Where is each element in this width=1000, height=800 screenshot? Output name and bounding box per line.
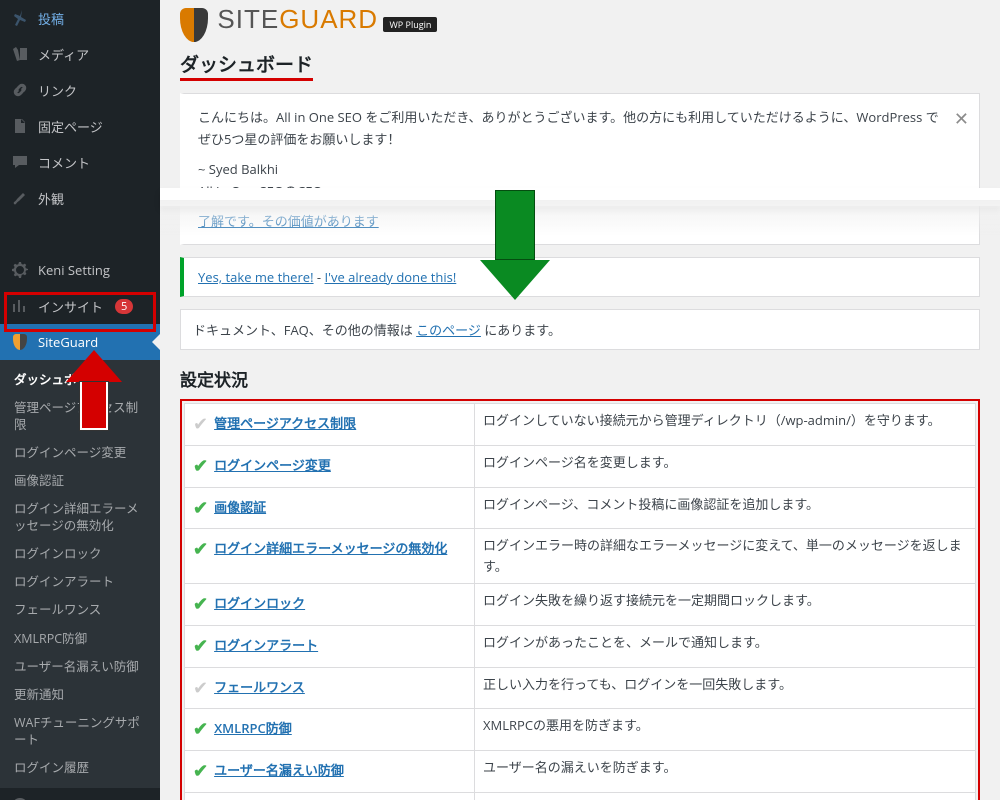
settings-table-highlight: ✔ 管理ページアクセス制限 ログインしていない接続元から管理ディレクトリ（/wp-a…	[180, 399, 980, 800]
done-link[interactable]: I've already done this!	[324, 268, 456, 286]
check-icon: ✔	[193, 674, 208, 703]
setting-desc: ログイン失敗を繰り返す接続元を一定期間ロックします。	[475, 584, 976, 626]
setting-link[interactable]: ログインアラート	[214, 636, 318, 654]
setting-link[interactable]: ログイン詳細エラーメッセージの無効化	[214, 539, 447, 557]
brush-icon	[10, 188, 30, 208]
submenu-item[interactable]: ログイン履歴	[0, 754, 160, 782]
notice-text: こんにちは。All in One SEO をご利用いただき、ありがとうございます…	[198, 106, 941, 150]
setting-link[interactable]: 管理ページアクセス制限	[214, 414, 356, 432]
annotation-red-arrow	[66, 350, 122, 430]
setting-link[interactable]: XMLRPC防御	[214, 719, 292, 737]
plugin-logo: SITEGUARD WP Plugin	[180, 4, 980, 42]
setting-desc: ログインエラー時の詳細なエラーメッセージに変えて、単一のメッセージを返します。	[475, 529, 976, 584]
menu-item[interactable]: リンク	[0, 72, 160, 108]
page-title: ダッシュボード	[180, 50, 980, 81]
logo-text-a: SITE	[217, 4, 279, 34]
menu-label: Keni Setting	[38, 261, 110, 279]
menu-item[interactable]: 固定ページ	[0, 108, 160, 144]
menu-item[interactable]: 投稿	[0, 0, 160, 36]
setting-desc: ログインしていない接続元から管理ディレクトリ（/wp-admin/）を守ります。	[475, 404, 976, 446]
setting-desc: ログインがあったことを、メールで通知します。	[475, 625, 976, 667]
check-icon: ✔	[193, 757, 208, 786]
shield-icon	[10, 332, 30, 352]
gear-icon	[10, 260, 30, 280]
media-icon	[10, 44, 30, 64]
menu-item[interactable]: コメント	[0, 144, 160, 180]
menu-label: SiteGuard	[38, 333, 98, 351]
yes-link[interactable]: Yes, take me there!	[198, 268, 314, 286]
menu-label: インサイト	[38, 297, 103, 316]
menu-label: リンク	[38, 81, 77, 100]
submenu-item[interactable]: XMLRPC防御	[0, 625, 160, 653]
comment-icon	[10, 152, 30, 172]
page-icon	[10, 116, 30, 136]
shield-icon	[180, 8, 208, 42]
menu-label: メディア	[38, 45, 89, 64]
submenu-item[interactable]: WAFチューニングサポート	[0, 709, 160, 754]
table-row: ✔ ログインページ変更 ログインページ名を変更します。	[185, 445, 976, 487]
menu-label: 投稿	[38, 9, 64, 28]
setting-link[interactable]: ログインページ変更	[214, 456, 331, 474]
setting-link[interactable]: ユーザー名漏えい防御	[214, 761, 344, 779]
check-icon: ✔	[193, 632, 208, 661]
info-bar: ドキュメント、FAQ、その他の情報は このページ にあります。	[180, 309, 980, 350]
close-icon[interactable]: ✕	[954, 104, 969, 135]
setting-desc: WordPress、プラグイン、テーマの更新が必要になった場合に、管理者にメール…	[475, 793, 976, 800]
submenu-item[interactable]: ログイン詳細エラーメッセージの無効化	[0, 495, 160, 540]
setting-link[interactable]: 画像認証	[214, 498, 266, 516]
setting-desc: 正しい入力を行っても、ログインを一回失敗します。	[475, 667, 976, 709]
menu-label: 外観	[38, 189, 64, 208]
table-row: ✔更新通知WordPress、プラグイン、テーマの更新が必要になった場合に、管理…	[185, 793, 976, 800]
pin-icon	[10, 8, 30, 28]
menu-item[interactable]: メディア	[0, 36, 160, 72]
submenu-item[interactable]: ログインロック	[0, 540, 160, 568]
table-row: ✔ XMLRPC防御 XMLRPCの悪用を防ぎます。	[185, 709, 976, 751]
check-icon: ✔	[193, 410, 208, 439]
table-row: ✔ フェールワンス 正しい入力を行っても、ログインを一回失敗します。	[185, 667, 976, 709]
check-icon: ✔	[193, 452, 208, 481]
submenu-item[interactable]: 画像認証	[0, 467, 160, 495]
setting-link[interactable]: ログインロック	[214, 594, 305, 612]
annotation-green-arrow	[480, 190, 550, 300]
backwpup-icon	[10, 796, 30, 800]
setting-link[interactable]: フェールワンス	[214, 678, 305, 696]
table-row: ✔ 画像認証 ログインページ、コメント投稿に画像認証を追加します。	[185, 487, 976, 529]
submenu-item[interactable]: ログインアラート	[0, 568, 160, 596]
setting-desc: XMLRPCの悪用を防ぎます。	[475, 709, 976, 751]
check-icon: ✔	[193, 494, 208, 523]
notice-author: ~ Syed Balkhi	[198, 158, 941, 180]
settings-table: ✔ 管理ページアクセス制限 ログインしていない接続元から管理ディレクトリ（/wp-a…	[184, 403, 976, 800]
menu-item[interactable]: BackWPup	[0, 788, 160, 800]
section-title: 設定状況	[180, 366, 980, 391]
link-icon	[10, 80, 30, 100]
submenu-item[interactable]: フェールワンス	[0, 596, 160, 624]
setting-desc: ユーザー名の漏えいを防ぎます。	[475, 751, 976, 793]
submenu-item[interactable]: ユーザー名漏えい防御	[0, 653, 160, 681]
table-row: ✔ ログインロック ログイン失敗を繰り返す接続元を一定期間ロックします。	[185, 584, 976, 626]
menu-item[interactable]: インサイト 5	[0, 288, 160, 324]
setting-desc: ログインページ名を変更します。	[475, 445, 976, 487]
main-content: SITEGUARD WP Plugin ダッシュボード ✕ こんにちは。All …	[160, 0, 1000, 800]
second-notice: Yes, take me there! - I've already done …	[180, 257, 980, 297]
menu-label: 固定ページ	[38, 117, 103, 136]
menu-item-appearance[interactable]: 外観	[0, 180, 160, 216]
setting-desc: ログインページ、コメント投稿に画像認証を追加します。	[475, 487, 976, 529]
info-page-link[interactable]: このページ	[416, 321, 481, 339]
check-icon: ✔	[193, 715, 208, 744]
table-row: ✔ ログイン詳細エラーメッセージの無効化 ログインエラー時の詳細なエラーメッセージに…	[185, 529, 976, 584]
chart-icon	[10, 296, 30, 316]
table-row: ✔ ユーザー名漏えい防御 ユーザー名の漏えいを防ぎます。	[185, 751, 976, 793]
logo-subtitle: WP Plugin	[383, 17, 437, 32]
menu-label: コメント	[38, 153, 90, 172]
count-badge: 5	[115, 299, 133, 314]
check-icon: ✔	[193, 535, 208, 564]
table-row: ✔ ログインアラート ログインがあったことを、メールで通知します。	[185, 625, 976, 667]
check-icon: ✔	[193, 590, 208, 619]
menu-item[interactable]: Keni Setting	[0, 252, 160, 288]
table-row: ✔ 管理ページアクセス制限 ログインしていない接続元から管理ディレクトリ（/wp-a…	[185, 404, 976, 446]
submenu-item[interactable]: 更新通知	[0, 681, 160, 709]
logo-text-b: GUARD	[279, 4, 378, 34]
submenu-item[interactable]: ログインページ変更	[0, 439, 160, 467]
